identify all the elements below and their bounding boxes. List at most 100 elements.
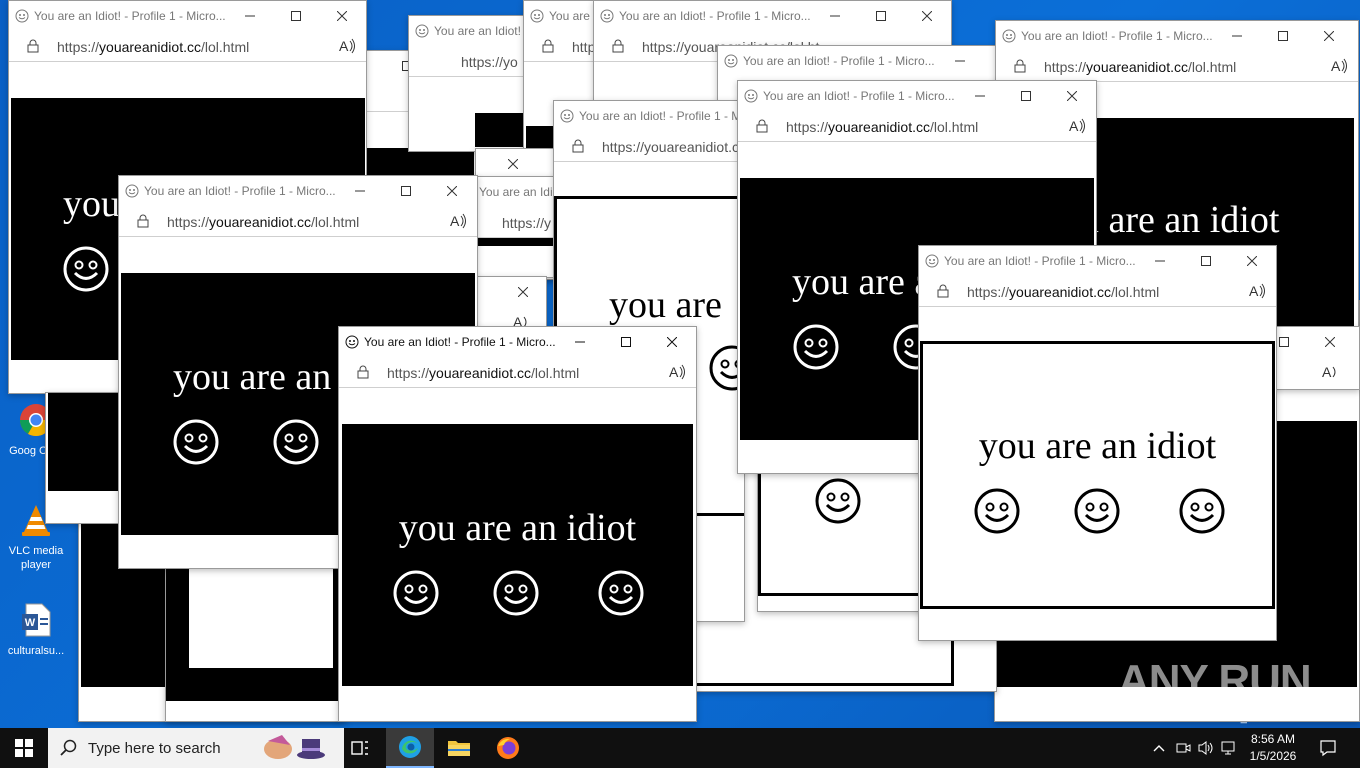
close-button[interactable]: [1049, 81, 1095, 111]
title-bar[interactable]: You are an Idiot! - Profile 1 - Micro...: [738, 81, 1096, 111]
task-view-icon: [351, 741, 368, 755]
title-bar[interactable]: You are an Idiot! - Profile 1 - Micro...: [919, 246, 1276, 276]
desktop-icon-doc[interactable]: W culturalsu...: [4, 602, 68, 658]
title-bar[interactable]: You are an Idiot! - Profile 1 - Micro...: [594, 1, 951, 31]
search-box[interactable]: Type here to search: [48, 728, 344, 768]
address-bar[interactable]: https://youareanidiot.cc/lol.html A: [738, 111, 1096, 142]
window-title: You are an Idi: [479, 185, 553, 199]
title-bar[interactable]: You are an Idiot! - Profile 1 - Micro...: [339, 327, 696, 357]
start-button[interactable]: [0, 728, 48, 768]
address-bar[interactable]: https://youareanidiot.cc/lol.html A: [339, 357, 696, 388]
close-button[interactable]: [490, 149, 536, 179]
maximize-button[interactable]: [858, 1, 904, 31]
close-icon: [337, 11, 347, 21]
address-bar[interactable]: http: [524, 31, 599, 62]
maximize-button[interactable]: [1183, 246, 1229, 276]
edge-taskbar-button[interactable]: [386, 728, 434, 768]
address-bar[interactable]: https://youareanidiot.cc/lol.html A: [996, 51, 1358, 82]
close-button[interactable]: [319, 1, 365, 31]
title-bar[interactable]: You are an Idiot! - Profile 1 - Micro...: [554, 101, 744, 131]
maximize-icon: [621, 337, 631, 347]
address-bar[interactable]: https://yo: [409, 46, 529, 77]
title-bar[interactable]: [1271, 327, 1359, 357]
chevron-up-icon[interactable]: [1153, 744, 1165, 752]
window-title: You are an Idiot! - Profile 1 - Micro...: [743, 54, 935, 68]
address-bar[interactable]: https://youareanidiot.cc/lol.html A: [919, 276, 1276, 307]
read-aloud-icon[interactable]: A: [668, 363, 686, 381]
read-aloud-icon[interactable]: A: [1248, 282, 1266, 300]
network-icon[interactable]: [1220, 740, 1238, 756]
title-bar[interactable]: You are an Idiot! - Profile 1 - Micro...: [718, 46, 998, 76]
minimize-button[interactable]: [227, 1, 273, 31]
notification-icon[interactable]: [1319, 739, 1337, 757]
title-bar[interactable]: You are an Idiot! - Profile 1 - Micro...: [119, 176, 477, 206]
address-bar[interactable]: https://youareanidiot.cc/lol.html A: [9, 31, 366, 62]
read-aloud-icon[interactable]: A: [1330, 57, 1348, 75]
maximize-icon: [876, 11, 886, 21]
close-button[interactable]: [649, 327, 695, 357]
edge-window[interactable]: You are an Idiot! - Profile 1 - Micro...…: [918, 245, 1277, 641]
edge-window[interactable]: You are an Idi https://y: [475, 176, 557, 278]
close-button[interactable]: [429, 176, 475, 206]
url-host: youareanidiot.cc: [828, 119, 930, 135]
address-bar[interactable]: https://youareanidiot.cc/lol.html A: [119, 206, 477, 237]
title-bar[interactable]: You are an Idiot! - Profile 1 - Micro...: [996, 21, 1358, 51]
title-bar[interactable]: You are an Idi: [476, 177, 556, 207]
read-aloud-icon[interactable]: A: [338, 37, 356, 55]
url-scheme: https://: [167, 214, 210, 230]
title-bar[interactable]: You are an Idiot! - Profile 1 - Micro...: [9, 1, 366, 31]
minimize-button[interactable]: [812, 1, 858, 31]
maximize-button[interactable]: [383, 176, 429, 206]
smiley-tab-icon: [560, 109, 574, 123]
title-bar[interactable]: You are: [524, 1, 599, 31]
idiot-panel: [475, 113, 529, 147]
desktop-icon-label: VLC media player: [8, 545, 64, 571]
url-path: /lol.html: [530, 365, 580, 381]
firefox-button[interactable]: [484, 728, 532, 768]
read-aloud-icon[interactable]: A: [449, 212, 467, 230]
minimize-button[interactable]: [1214, 21, 1260, 51]
meet-now-icon[interactable]: [1175, 740, 1191, 756]
url-path: /lol.html: [1187, 59, 1237, 75]
close-button[interactable]: [1307, 327, 1353, 357]
maximize-icon: [1278, 31, 1288, 41]
minimize-button[interactable]: [337, 176, 383, 206]
url-path: /lol.html: [1110, 284, 1160, 300]
clock[interactable]: 8:56 AM 1/5/2026: [1238, 731, 1308, 765]
minimize-button[interactable]: [937, 46, 983, 76]
close-button[interactable]: [500, 277, 546, 307]
title-bar[interactable]: [476, 277, 546, 307]
close-icon: [447, 186, 457, 196]
maximize-button[interactable]: [273, 1, 319, 31]
read-aloud-icon[interactable]: A: [1068, 117, 1086, 135]
edge-window[interactable]: A: [1270, 326, 1360, 390]
edge-window[interactable]: [45, 392, 127, 524]
build-text: Build 19041.vb_release.191206-1406: [1168, 712, 1351, 724]
file-explorer-button[interactable]: [435, 728, 483, 768]
title-bar[interactable]: You are an Idiot!: [409, 16, 529, 46]
smiley-tab-icon: [925, 254, 939, 268]
lock-icon: [542, 39, 554, 53]
close-button[interactable]: [1229, 246, 1275, 276]
maximize-button[interactable]: [1003, 81, 1049, 111]
task-view-button[interactable]: [336, 728, 384, 768]
address-bar[interactable]: https://youareanidiot.c: [554, 131, 744, 162]
edge-window-active[interactable]: You are an Idiot! - Profile 1 - Micro...…: [338, 326, 697, 722]
minimize-icon: [1232, 35, 1242, 37]
smiley-icon: [63, 246, 109, 292]
maximize-button[interactable]: [1260, 21, 1306, 51]
close-button[interactable]: [1306, 21, 1352, 51]
page-content: [476, 238, 556, 277]
read-aloud-icon[interactable]: A: [1321, 363, 1339, 381]
volume-icon[interactable]: [1197, 740, 1215, 756]
minimize-button[interactable]: [1137, 246, 1183, 276]
lock-icon: [1014, 59, 1026, 73]
minimize-button[interactable]: [957, 81, 1003, 111]
close-button[interactable]: [904, 1, 950, 31]
minimize-button[interactable]: [557, 327, 603, 357]
edge-window[interactable]: You are an Idiot! https://yo: [408, 15, 530, 152]
address-bar[interactable]: https://y: [476, 207, 556, 238]
close-icon: [1067, 91, 1077, 101]
maximize-button[interactable]: [603, 327, 649, 357]
title-bar[interactable]: [476, 149, 556, 179]
